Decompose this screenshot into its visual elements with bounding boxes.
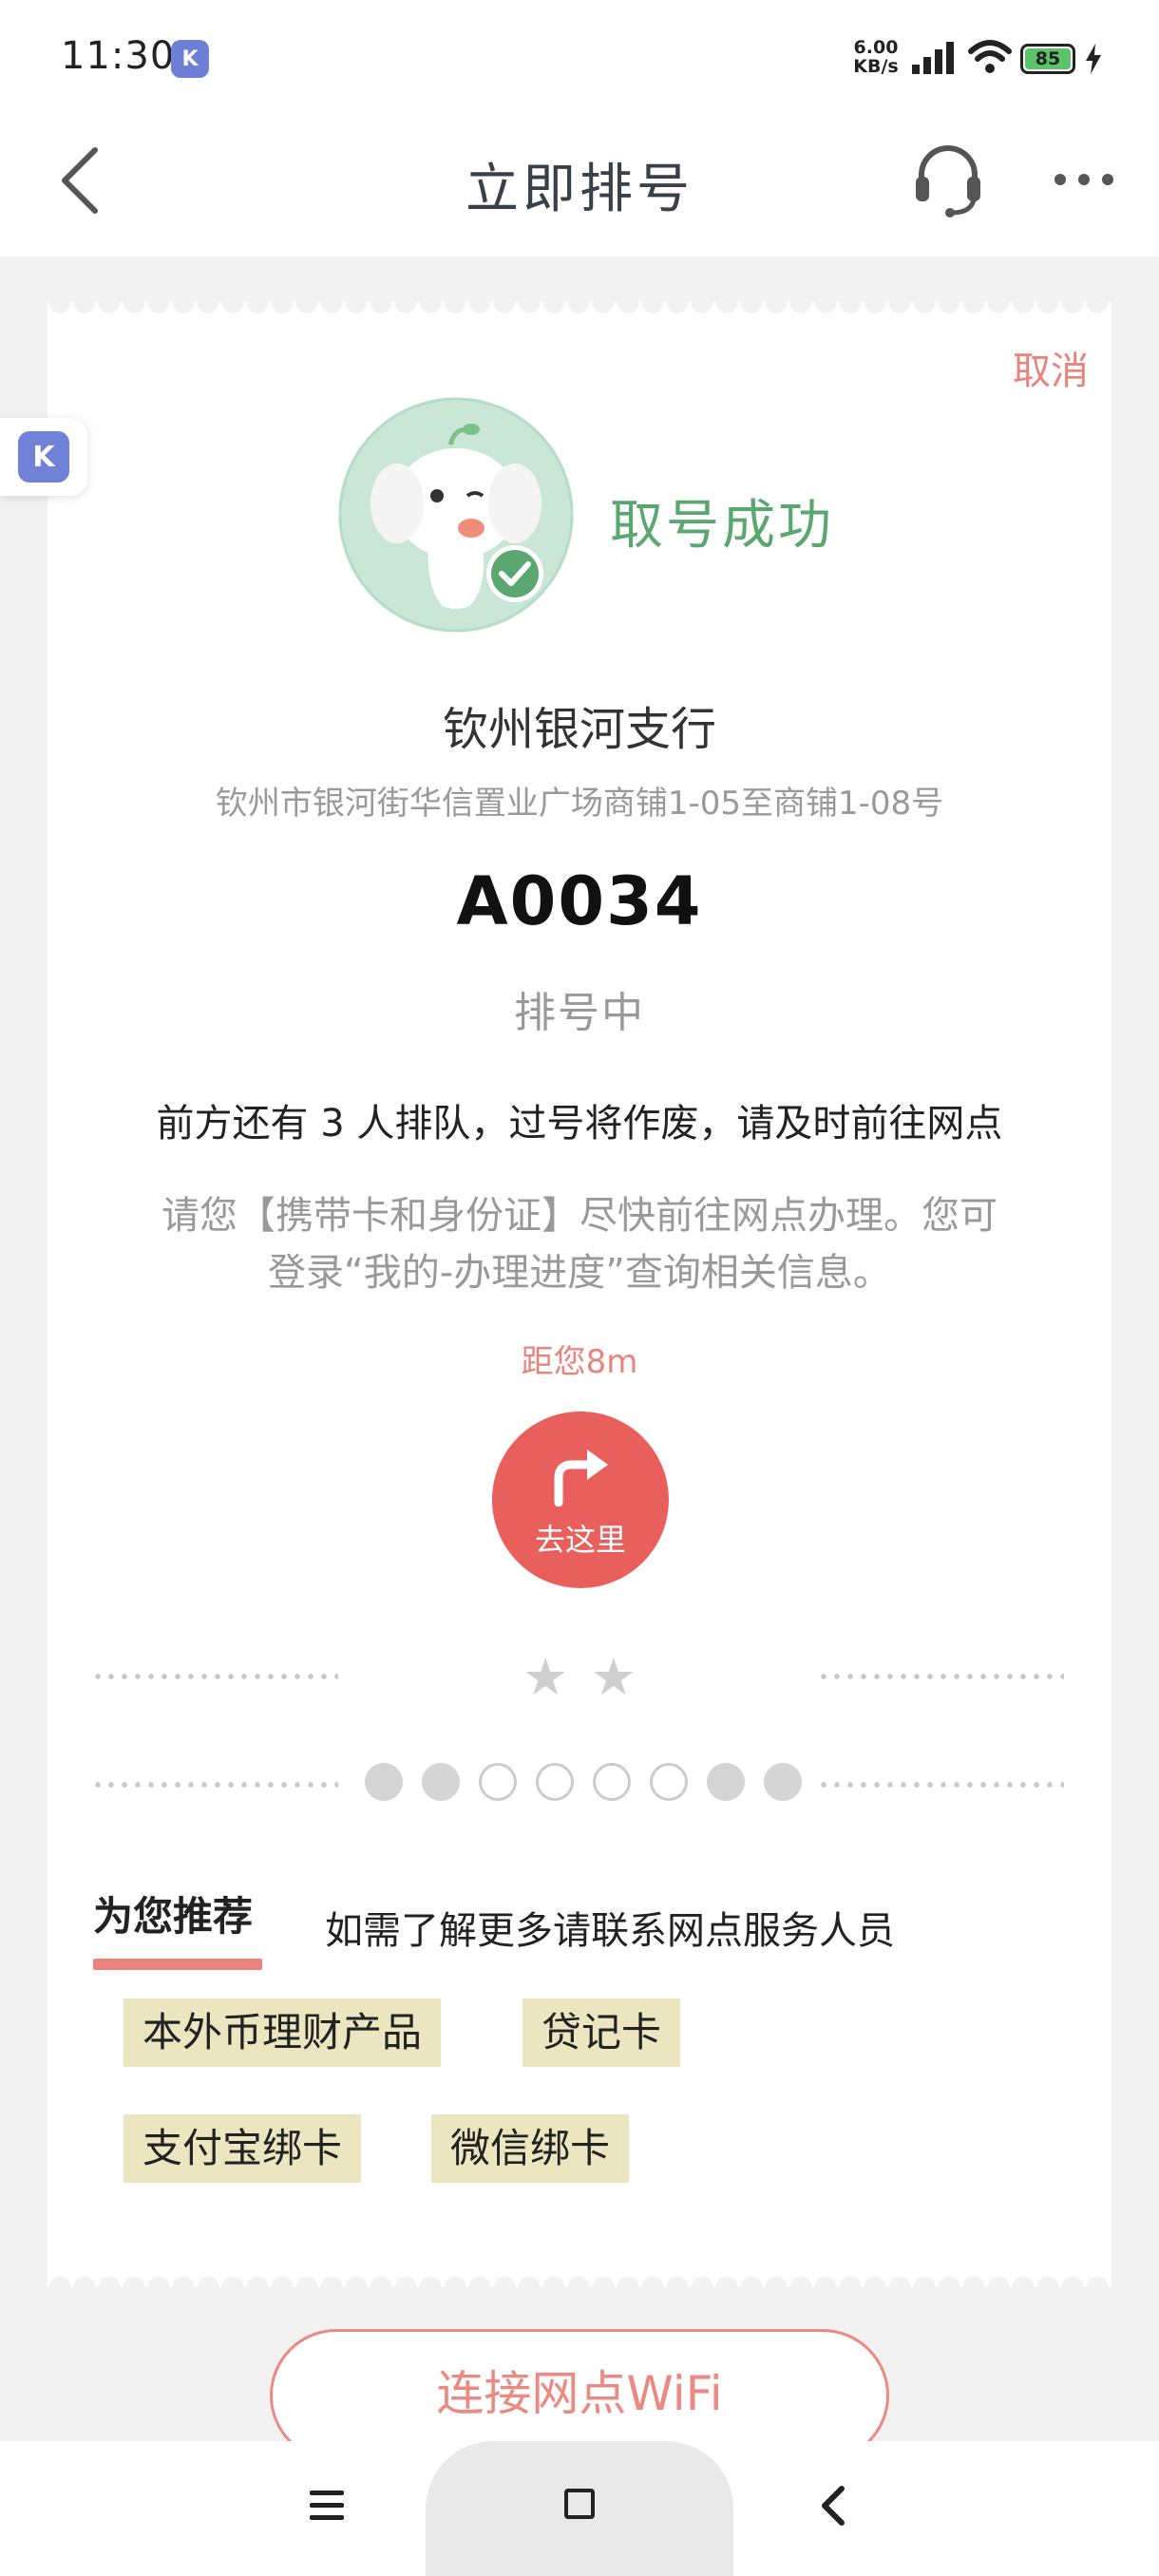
queue-info: 前方还有 3 人排队，过号将作废，请及时前往网点 <box>156 1102 1003 1146</box>
recommend-title-underline <box>93 1959 262 1970</box>
progress-dot <box>536 1763 574 1801</box>
queue-status: 排号中 <box>514 989 645 1037</box>
rating-stars: ★ ★ <box>522 1651 636 1704</box>
reminder-line-2: 登录“我的-办理进度”查询相关信息。 <box>268 1251 891 1295</box>
progress-dot <box>593 1763 631 1801</box>
turn-right-arrow-icon <box>554 1449 608 1506</box>
branch-name: 钦州银河支行 <box>442 703 716 756</box>
progress-dot <box>650 1763 688 1801</box>
recommend-hint: 如需了解更多请联系网点服务人员 <box>325 1909 895 1953</box>
recommend-tag-credit-card[interactable]: 贷记卡 <box>522 1998 681 2067</box>
status-bar: 11:30 K 6.00 KB/s 85 <box>0 0 1159 118</box>
ticket-edge-top <box>48 290 1112 314</box>
divider-dots <box>817 1674 1064 1679</box>
goto-here-label: 去这里 <box>534 1522 626 1558</box>
ticket-number: A0034 <box>456 862 703 940</box>
ticket-edge-bottom <box>48 2275 1112 2300</box>
network-speed-unit: KB/s <box>853 56 899 77</box>
recommend-title: 为您推荐 <box>93 1893 254 1940</box>
star-icon: ★ <box>590 1647 636 1707</box>
divider-dots <box>817 1782 1064 1788</box>
notification-app-icon: K <box>171 40 209 78</box>
cancel-button[interactable]: 取消 <box>1013 340 1089 395</box>
success-message: 取号成功 <box>610 495 834 557</box>
divider-dots <box>91 1782 338 1788</box>
goto-here-button[interactable]: 去这里 <box>492 1411 669 1588</box>
branch-address: 钦州市银河街华信置业广场商铺1-05至商铺1-08号 <box>215 785 944 823</box>
home-square-icon <box>564 2489 595 2519</box>
progress-dot <box>365 1763 403 1801</box>
more-dots-icon[interactable] <box>1051 167 1117 192</box>
menu-icon[interactable] <box>306 2487 348 2525</box>
nav-header: 立即排号 <box>0 118 1159 256</box>
star-icon: ★ <box>522 1647 569 1707</box>
reminder-text: 请您【携带卡和身份证】尽快前往网点办理。您可 登录“我的-办理进度”查询相关信息… <box>86 1187 1074 1301</box>
battery-icon: 85 <box>1020 44 1075 74</box>
floating-app-letter: K <box>18 431 69 483</box>
reminder-line-1: 请您【携带卡和身份证】尽快前往网点办理。您可 <box>162 1194 998 1238</box>
wifi-icon <box>968 40 1012 73</box>
battery-level: 85 <box>1025 48 1071 69</box>
recommend-tag-wealth-products[interactable]: 本外币理财产品 <box>124 1998 442 2067</box>
recommend-tag-alipay-binding[interactable]: 支付宝绑卡 <box>124 2114 362 2183</box>
ticket-card: 取消 取号成功 钦州银河支行 钦州市银河街华信置业广场商铺1-05至商铺1-08… <box>48 290 1112 2300</box>
system-nav-bar <box>0 2441 1159 2576</box>
divider-dots <box>91 1674 338 1679</box>
recommend-tag-wechat-binding[interactable]: 微信绑卡 <box>431 2114 630 2183</box>
back-arrow-icon[interactable] <box>815 2483 849 2529</box>
queue-progress-dots <box>365 1763 802 1805</box>
elephant-mascot-icon <box>338 397 574 633</box>
network-speed: 6.00 KB/s <box>849 38 902 76</box>
progress-dot <box>764 1763 802 1801</box>
progress-dot <box>707 1763 745 1801</box>
progress-dot <box>422 1763 460 1801</box>
home-button[interactable] <box>426 2441 733 2576</box>
distance-label: 距您8m <box>521 1343 638 1381</box>
progress-dot <box>479 1763 517 1801</box>
floating-app-icon[interactable]: K <box>0 418 87 496</box>
network-speed-value: 6.00 <box>853 37 899 58</box>
status-time: 11:30 <box>61 34 176 78</box>
charging-icon <box>1086 44 1101 74</box>
signal-icon <box>912 42 954 74</box>
headset-icon[interactable] <box>910 137 986 218</box>
